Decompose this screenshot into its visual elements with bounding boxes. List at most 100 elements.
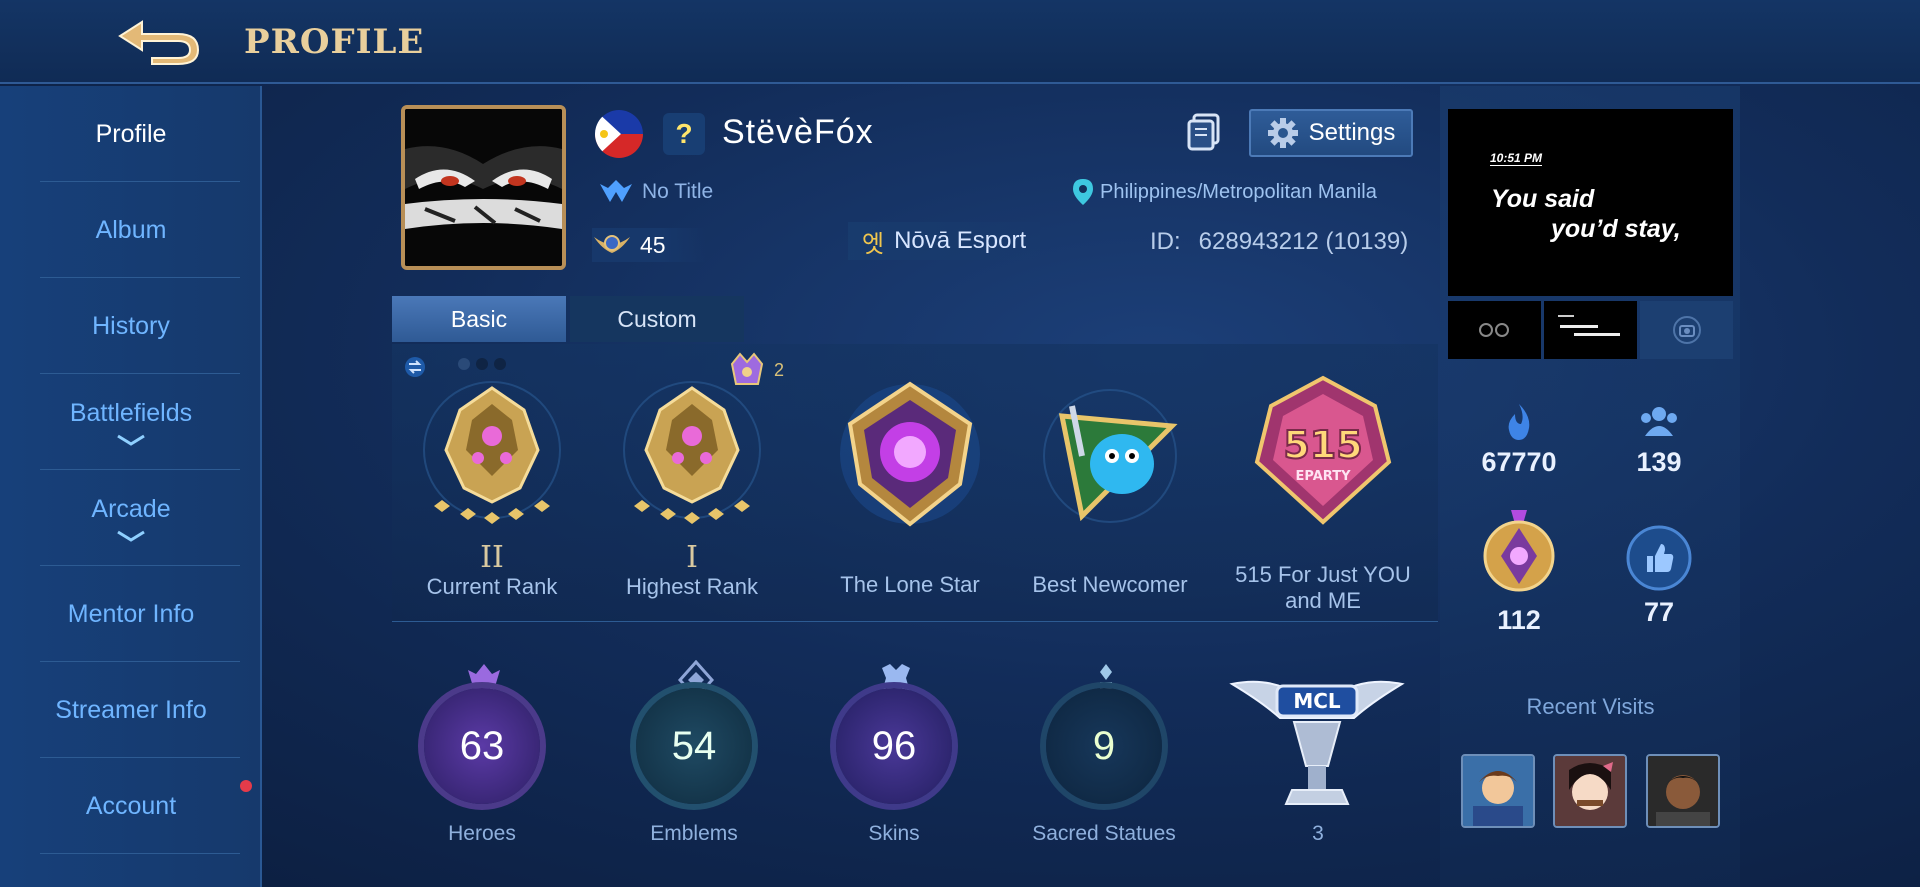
recent-visits-title: Recent Visits (1526, 694, 1655, 719)
sidebar-item-label: Arcade (91, 494, 171, 523)
sidebar-item-mentor-info[interactable]: Mentor Info (0, 566, 262, 662)
lone-star-badge-icon (840, 381, 980, 527)
id-label: ID: (1150, 228, 1181, 255)
location-pin-icon (1073, 179, 1093, 205)
sidebar-item-label: Battlefields (69, 398, 193, 427)
philippines-flag-icon (595, 110, 643, 158)
squad-icon: 엣 (862, 230, 885, 258)
status-thumbnails (1448, 301, 1733, 359)
stat-skins[interactable]: 96 Skins (804, 630, 984, 887)
emblems-value: 54 (636, 688, 752, 804)
player-title-text: No Title (642, 180, 714, 203)
profile-tabs: Basic Custom (392, 296, 744, 342)
heroes-value: 63 (424, 688, 540, 804)
sidebar-item-profile[interactable]: Profile (0, 86, 262, 182)
sidebar-item-history[interactable]: History (0, 278, 262, 374)
lone-star-label: The Lone Star (840, 572, 980, 597)
stat-emblems[interactable]: 54 Emblems (604, 630, 784, 887)
flame-icon (1508, 404, 1530, 440)
card-icon[interactable] (1186, 113, 1222, 151)
camera-icon (1672, 316, 1701, 344)
sidebar: Profile Album History Battlefields Arcad… (0, 86, 262, 887)
top-bar: PROFILE (0, 0, 1920, 84)
title-wings-icon (600, 180, 632, 202)
medal-icon (1483, 510, 1555, 592)
sacred-statues-label: Sacred Statues (1032, 822, 1176, 845)
likes-stat[interactable]: 77 (1599, 524, 1719, 628)
current-rank-medal[interactable]: II Current Rank (392, 344, 592, 622)
status-card[interactable]: 10:51 PM You said you’d stay, (1448, 109, 1733, 296)
tab-basic[interactable]: Basic (392, 296, 566, 342)
stats-panel: 63 Heroes 54 Emblems 96 Skins 9 Sacred S… (392, 630, 1438, 887)
515-label: 515 For Just YOU and ME (1235, 562, 1411, 613)
emblems-label: Emblems (650, 822, 738, 845)
sidebar-item-account[interactable]: Account (0, 758, 262, 854)
best-newcomer-medal[interactable]: Best Newcomer (1010, 344, 1210, 622)
stat-sacred-statues[interactable]: 9 Sacred Statues (1014, 630, 1194, 887)
settings-label: Settings (1308, 119, 1396, 146)
sidebar-item-label: Account (85, 791, 177, 820)
recent-visitor-avatar-3[interactable] (1646, 754, 1720, 828)
heroes-label: Heroes (448, 822, 516, 845)
mcl-count: 3 (1312, 822, 1324, 845)
recent-visitor-avatar-2[interactable] (1553, 754, 1627, 828)
sidebar-item-label: Album (95, 215, 167, 244)
unknown-badge[interactable]: ? (663, 113, 705, 155)
thumbnail-2[interactable] (1544, 301, 1637, 359)
followers-value: 139 (1636, 447, 1682, 477)
sidebar-item-battlefields[interactable]: Battlefields (0, 374, 262, 470)
mcl-badge-text: MCL (1293, 689, 1341, 713)
player-name: StëvèFóx (722, 113, 874, 151)
status-line-1: You said (1491, 185, 1595, 213)
charm-stat[interactable]: 112 (1459, 508, 1579, 636)
id-value: 628943212 (10139) (1198, 228, 1409, 255)
back-arrow-icon[interactable] (112, 14, 204, 66)
player-id: ID: 628943212 (10139) (1150, 228, 1408, 256)
skins-label: Skins (868, 822, 920, 845)
sidebar-item-label: Mentor Info (67, 599, 195, 628)
page-title: PROFILE (244, 22, 425, 62)
squad-name-text: Nōvā Esport (894, 227, 1027, 254)
highest-rank-medal[interactable]: I Highest Rank (592, 344, 792, 622)
settings-button[interactable]: Settings (1249, 109, 1413, 157)
tab-custom[interactable]: Custom (570, 296, 744, 342)
515-medal[interactable]: 515 EPARTY 515 For Just YOU and ME (1218, 344, 1428, 622)
skins-value: 96 (836, 688, 952, 804)
status-text: You said you’d stay, (1491, 184, 1681, 244)
friends-icon (1641, 407, 1677, 436)
sidebar-item-album[interactable]: Album (0, 182, 262, 278)
level-wings-icon (594, 235, 630, 253)
thumbnail-1[interactable] (1448, 301, 1541, 359)
lone-star-medal[interactable]: The Lone Star (810, 344, 1010, 622)
chevron-down-icon (117, 434, 145, 446)
current-rank-label: Current Rank (426, 574, 558, 599)
thumbs-up-icon (1626, 525, 1692, 591)
followers-stat[interactable]: 139 (1599, 402, 1719, 478)
likes-value: 77 (1643, 597, 1675, 627)
sidebar-item-label: History (92, 311, 170, 340)
add-photo-button[interactable] (1640, 301, 1733, 359)
popularity-value: 67770 (1481, 447, 1557, 477)
squad-name[interactable]: 엣 Nōvā Esport (848, 222, 1041, 260)
current-rank-roman: II (480, 540, 504, 575)
status-line-2: you’d stay, (1551, 215, 1681, 243)
player-level: 45 (640, 231, 666, 258)
status-time: 10:51 PM (1490, 151, 1543, 166)
player-location: Philippines/Metropolitan Manila (1072, 178, 1377, 206)
charm-value: 112 (1497, 605, 1541, 635)
sidebar-item-streamer-info[interactable]: Streamer Info (0, 662, 262, 758)
best-newcomer-badge-icon (1043, 389, 1178, 523)
popularity-stat[interactable]: 67770 (1459, 402, 1579, 478)
stat-heroes[interactable]: 63 Heroes (392, 630, 572, 887)
stat-mcl[interactable]: MCL 3 (1228, 630, 1408, 887)
mythic-rank-badge-icon (423, 381, 561, 524)
chevron-down-icon (117, 530, 145, 542)
sidebar-item-arcade[interactable]: Arcade (0, 470, 262, 566)
notification-dot (240, 780, 252, 792)
player-avatar[interactable] (401, 105, 566, 270)
sidebar-item-label: Streamer Info (55, 695, 207, 724)
level-box: 45 (592, 228, 706, 262)
mythic-rank-badge-icon (623, 381, 761, 524)
player-title[interactable]: No Title (596, 178, 713, 206)
recent-visitor-avatar-1[interactable] (1461, 754, 1535, 828)
